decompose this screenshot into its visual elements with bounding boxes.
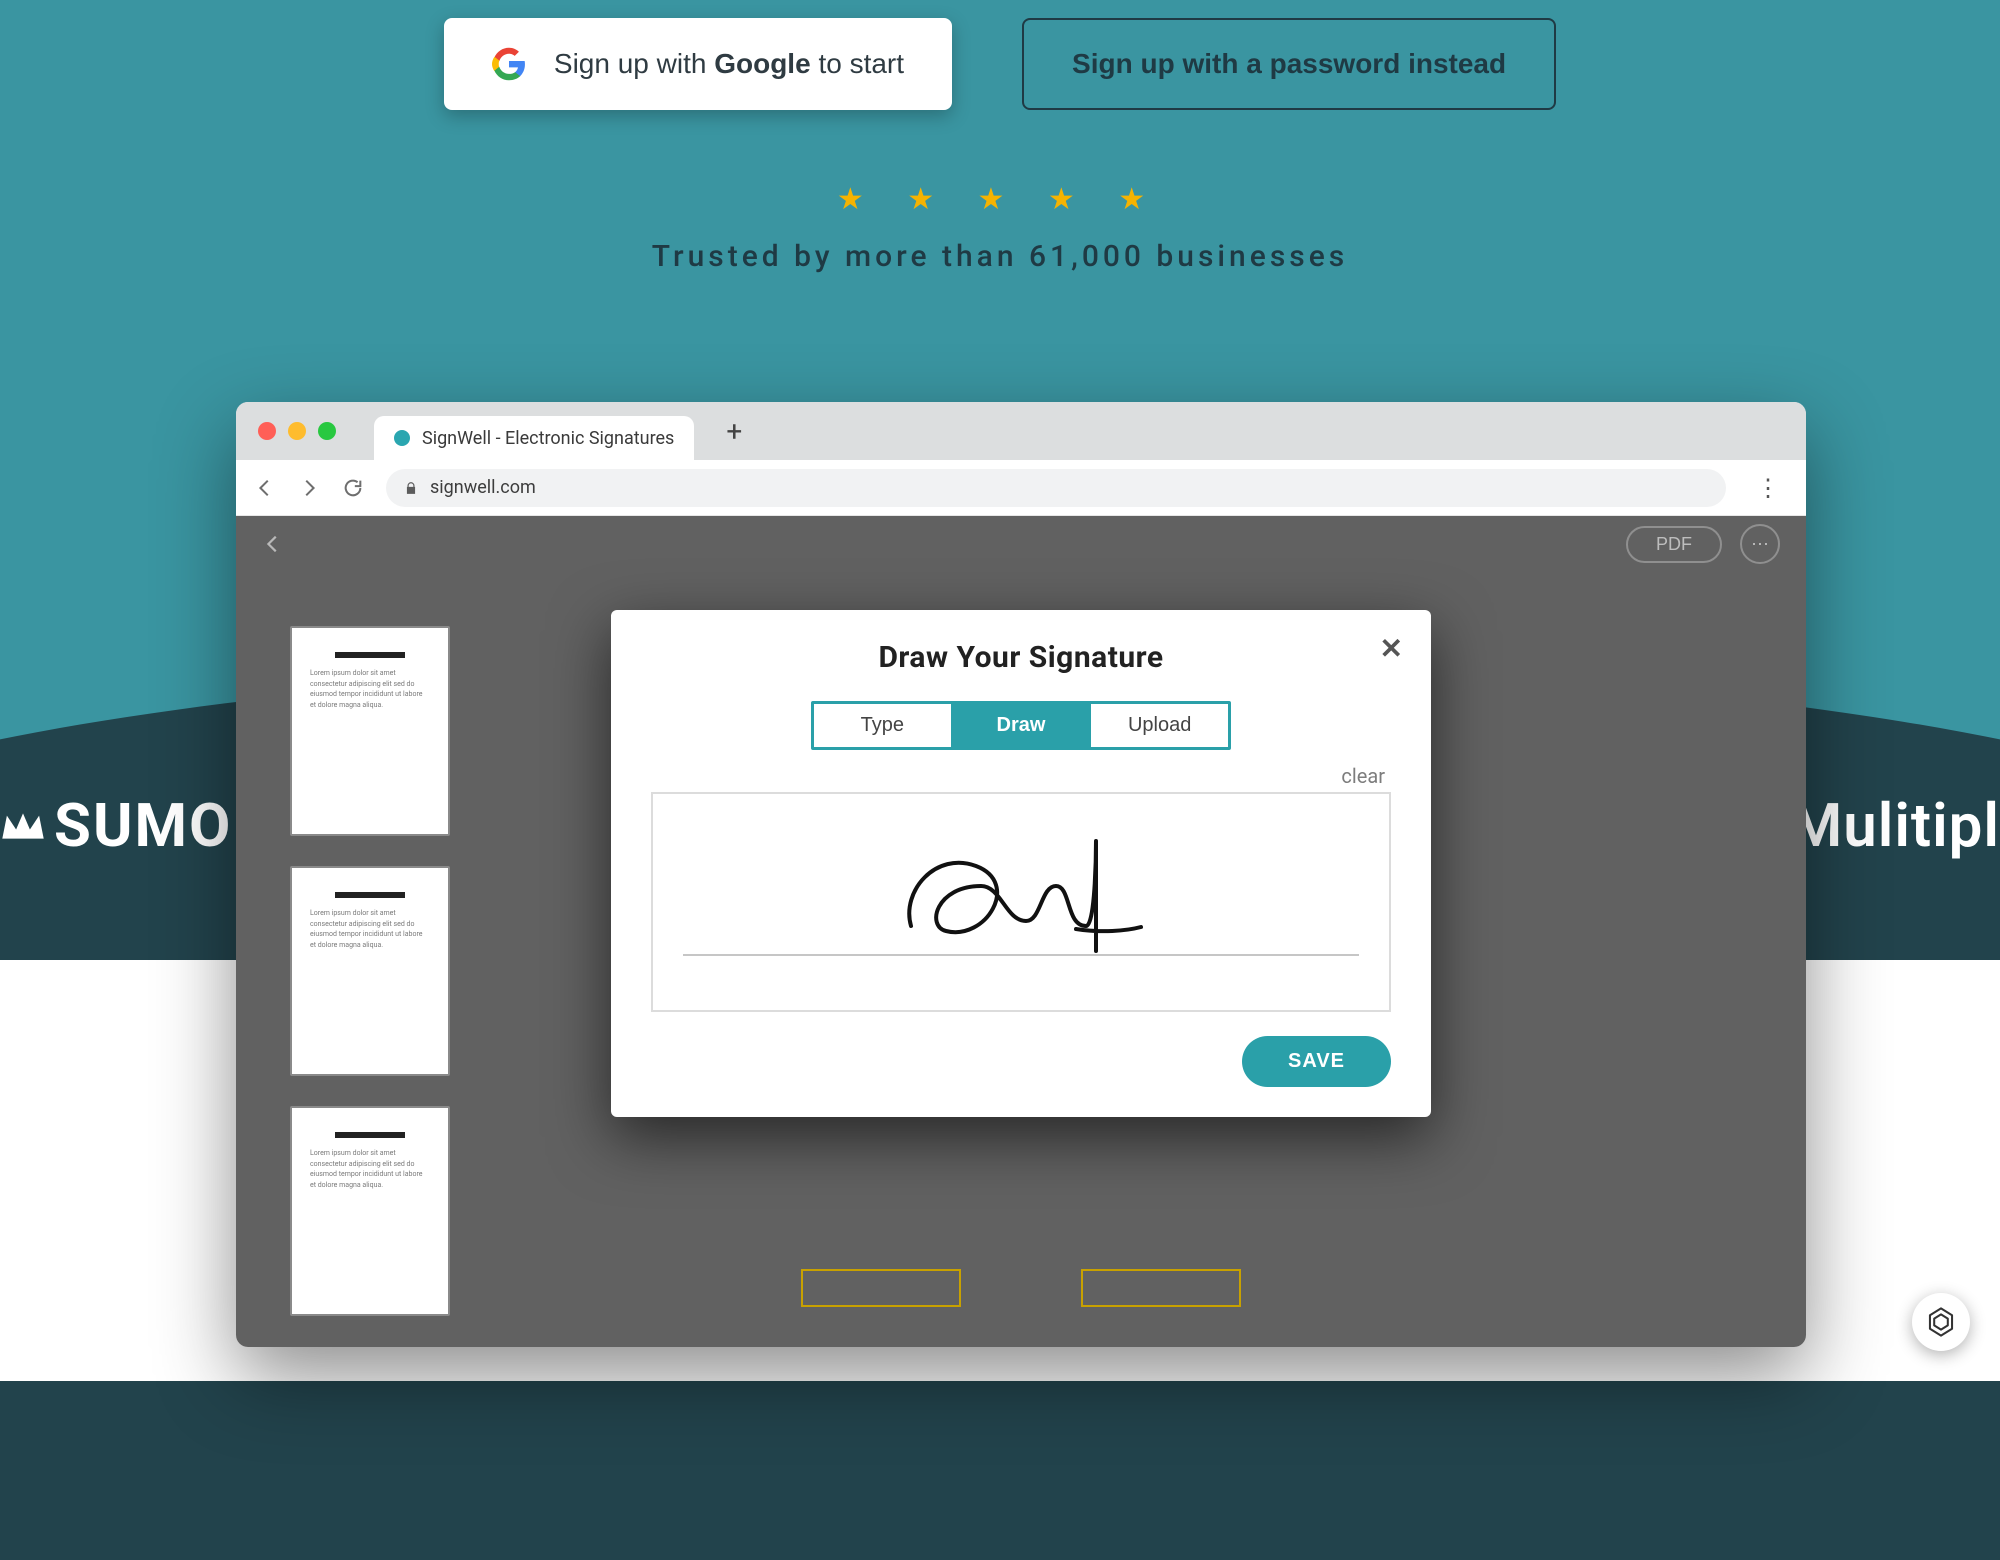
- signature-mode-tabs: Type Draw Upload: [811, 701, 1231, 750]
- tab-upload[interactable]: Upload: [1089, 704, 1228, 747]
- address-bar: signwell.com ⋮: [236, 460, 1806, 516]
- lock-icon: [404, 481, 418, 495]
- favicon-icon: [394, 430, 410, 446]
- tab-type[interactable]: Type: [814, 704, 951, 747]
- back-icon[interactable]: [254, 477, 276, 499]
- page-thumbnail[interactable]: Lorem ipsum dolor sit amet consectetur a…: [290, 626, 450, 836]
- tab-strip: SignWell - Electronic Signatures +: [236, 402, 1806, 460]
- app-toolbar: PDF ⋯: [236, 516, 1806, 572]
- page-thumbnails: Lorem ipsum dolor sit amet consectetur a…: [290, 626, 450, 1316]
- app-back-icon[interactable]: [262, 533, 284, 555]
- app-more-button[interactable]: ⋯: [1740, 524, 1780, 564]
- save-button[interactable]: SAVE: [1242, 1036, 1391, 1087]
- signature-field[interactable]: [801, 1269, 961, 1307]
- signup-google-label: Sign up with Google to start: [554, 48, 904, 80]
- modal-title: Draw Your Signature: [651, 640, 1391, 675]
- signature-placeholders: [801, 1269, 1241, 1307]
- forward-icon[interactable]: [298, 477, 320, 499]
- page-thumbnail[interactable]: Lorem ipsum dolor sit amet consectetur a…: [290, 1106, 450, 1316]
- export-pdf-button[interactable]: PDF: [1626, 526, 1722, 563]
- close-window-icon[interactable]: [258, 422, 276, 440]
- new-tab-button[interactable]: +: [726, 415, 742, 448]
- browser-window: SignWell - Electronic Signatures + signw…: [236, 402, 1806, 1347]
- url-text: signwell.com: [430, 477, 536, 498]
- maximize-window-icon[interactable]: [318, 422, 336, 440]
- clear-signature-button[interactable]: clear: [651, 764, 1391, 788]
- page-thumbnail[interactable]: Lorem ipsum dolor sit amet consectetur a…: [290, 866, 450, 1076]
- partner-logo-multiply: Mulitipl: [1790, 790, 2000, 861]
- reload-icon[interactable]: [342, 477, 364, 499]
- assistant-badge[interactable]: [1912, 1293, 1970, 1351]
- url-field[interactable]: signwell.com: [386, 469, 1726, 507]
- minimize-window-icon[interactable]: [288, 422, 306, 440]
- crown-icon: [0, 808, 46, 844]
- app-viewport: PDF ⋯ Lorem ipsum dolor sit amet consect…: [236, 516, 1806, 1347]
- rating-stars: ★ ★ ★ ★ ★: [0, 182, 2000, 217]
- browser-tab[interactable]: SignWell - Electronic Signatures: [374, 416, 694, 460]
- openai-icon: [1924, 1305, 1958, 1339]
- tab-draw[interactable]: Draw: [951, 704, 1090, 747]
- browser-menu-icon[interactable]: ⋮: [1748, 474, 1788, 502]
- signature-drawing: [891, 831, 1151, 961]
- window-controls: [258, 422, 336, 440]
- signup-password-button[interactable]: Sign up with a password instead: [1022, 18, 1556, 110]
- trusted-text: Trusted by more than 61,000 businesses: [0, 239, 2000, 274]
- google-icon: [492, 47, 526, 81]
- signature-canvas[interactable]: [651, 792, 1391, 1012]
- signup-google-button[interactable]: Sign up with Google to start: [444, 18, 952, 110]
- tab-title: SignWell - Electronic Signatures: [422, 428, 674, 449]
- partner-logo-sumo: SUMO: [0, 790, 232, 861]
- signature-field[interactable]: [1081, 1269, 1241, 1307]
- signature-modal: ✕ Draw Your Signature Type Draw Upload c…: [611, 610, 1431, 1117]
- close-icon[interactable]: ✕: [1380, 632, 1403, 665]
